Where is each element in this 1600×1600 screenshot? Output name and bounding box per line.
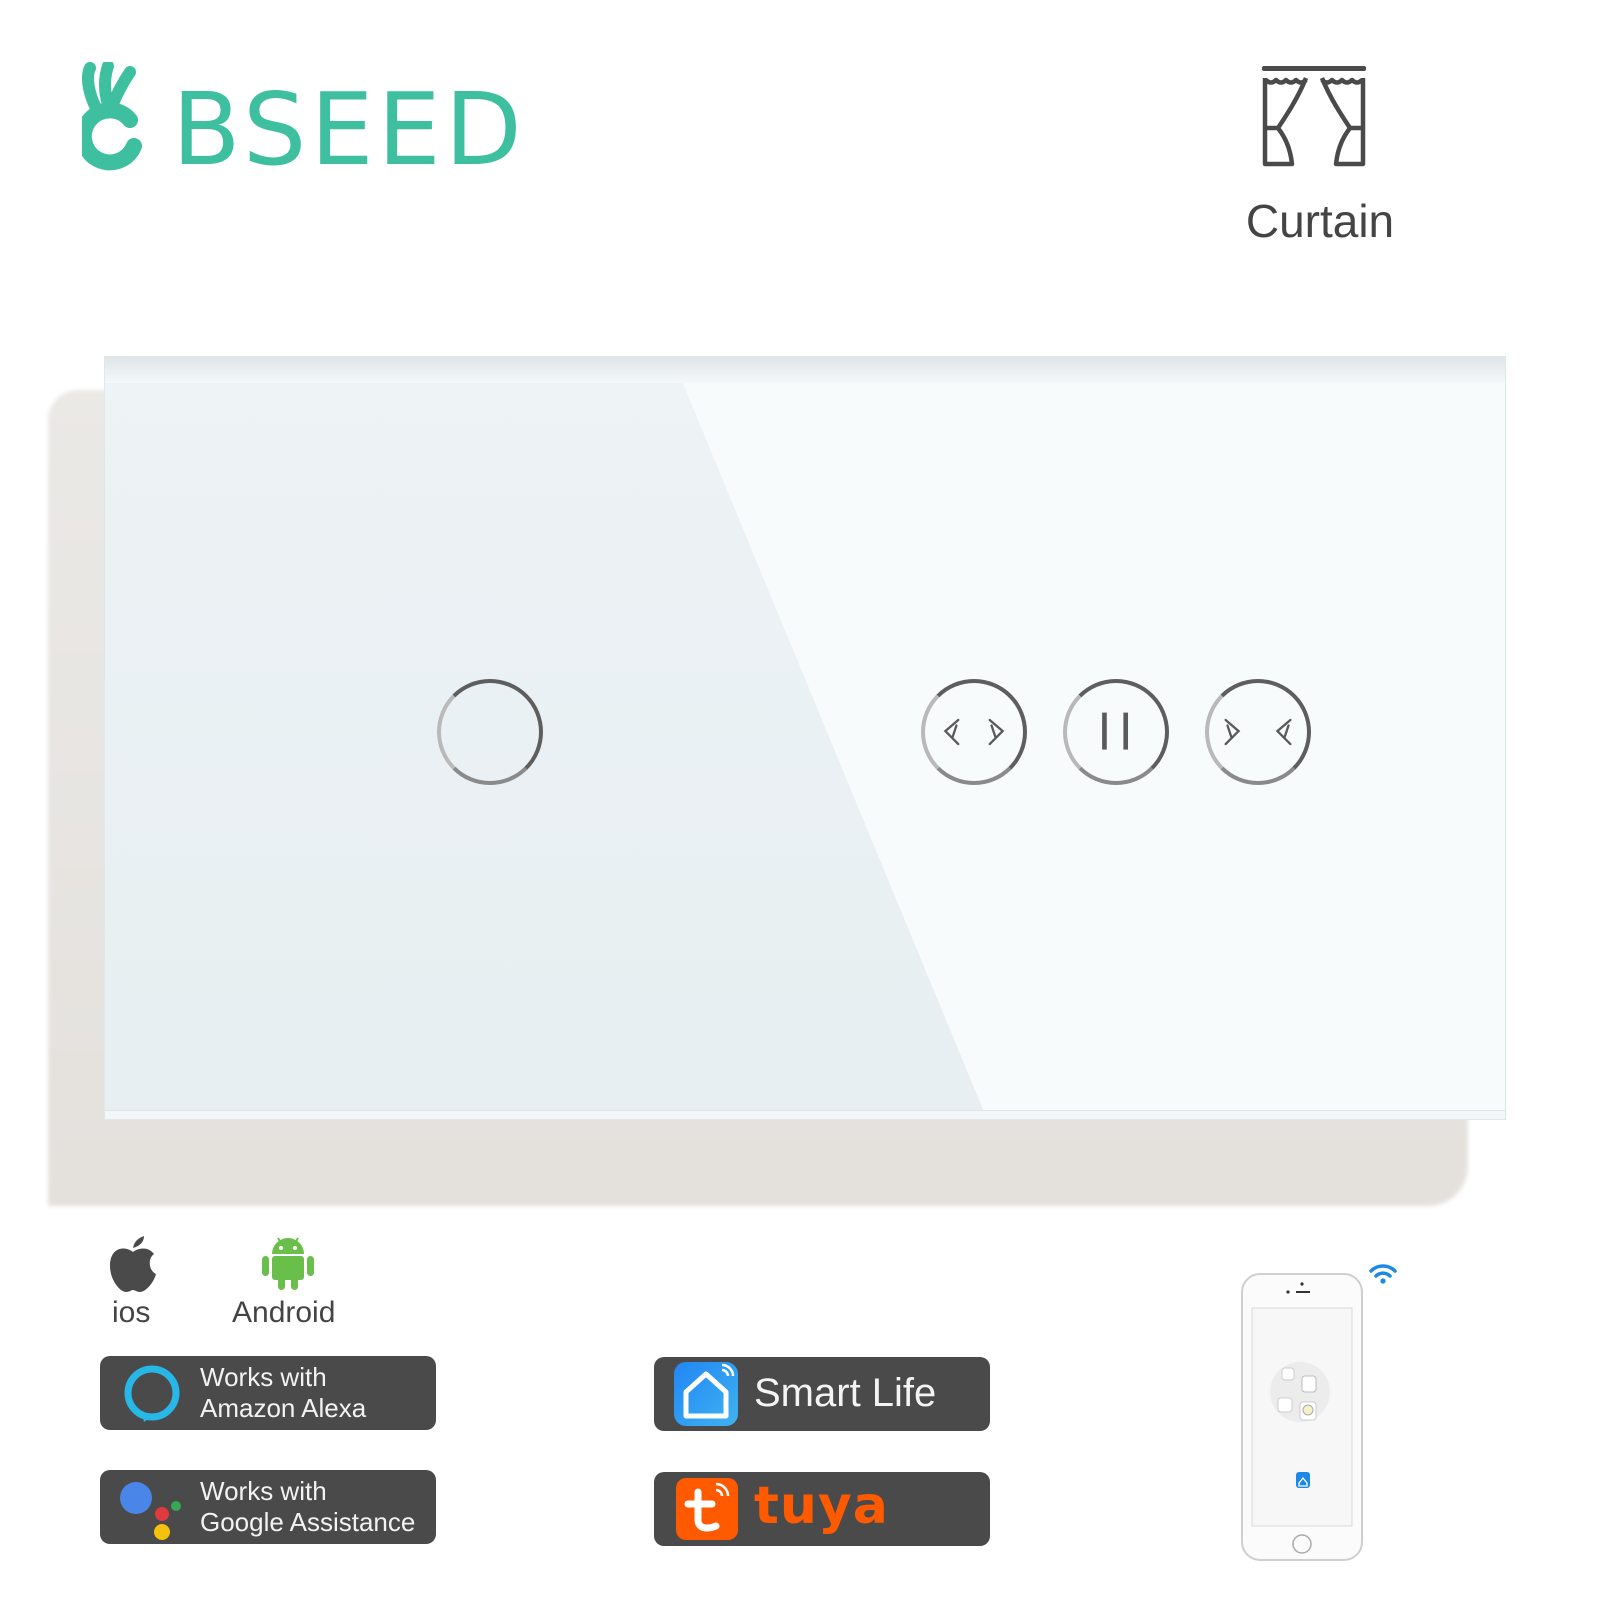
google-line1: Works with [200, 1476, 327, 1506]
glass-bottom-edge [105, 1110, 1505, 1119]
curtain-close-arrows-icon [1224, 718, 1292, 746]
apple-icon [110, 1236, 156, 1292]
alexa-badge: Works with Amazon Alexa [100, 1356, 436, 1430]
ios-label: ios [112, 1296, 151, 1329]
google-assistant-badge: Works with Google Assistance [100, 1470, 436, 1544]
switch-type-label: Curtain [1245, 195, 1395, 247]
touch-button-single[interactable] [437, 679, 543, 785]
alexa-icon [124, 1365, 180, 1422]
curtain-pause-button[interactable] [1063, 679, 1169, 785]
smartphone-icon [1241, 1273, 1363, 1561]
android-label: Android [232, 1296, 336, 1329]
alexa-line2: Amazon Alexa [200, 1393, 367, 1423]
tuya-badge: tuya [654, 1472, 990, 1546]
curtain-open-arrows-icon [943, 718, 1005, 746]
curtain-icon [1262, 66, 1366, 167]
smart-life-house-icon [674, 1362, 738, 1426]
pause-icon [1102, 712, 1129, 750]
alexa-line1: Works with [200, 1362, 327, 1392]
tuya-t-icon [676, 1478, 738, 1540]
brand-name: BSEED [172, 71, 526, 188]
glass-top-bevel [105, 357, 1505, 383]
smart-life-label: Smart Life [754, 1371, 937, 1415]
curtain-open-button[interactable] [921, 679, 1027, 785]
curtain-close-button[interactable] [1205, 679, 1311, 785]
bseed-logo-icon [82, 62, 142, 171]
smart-life-badge: Smart Life [654, 1357, 990, 1431]
google-line2: Google Assistance [200, 1507, 416, 1537]
google-badge-text: Works with Google Assistance [200, 1476, 415, 1538]
google-assistant-icon [120, 1482, 181, 1540]
alexa-badge-text: Works with Amazon Alexa [200, 1362, 366, 1424]
wifi-icon [1369, 1264, 1397, 1284]
tuya-label: tuya [754, 1476, 889, 1536]
switch-panel [104, 356, 1506, 1120]
android-icon [262, 1237, 314, 1290]
